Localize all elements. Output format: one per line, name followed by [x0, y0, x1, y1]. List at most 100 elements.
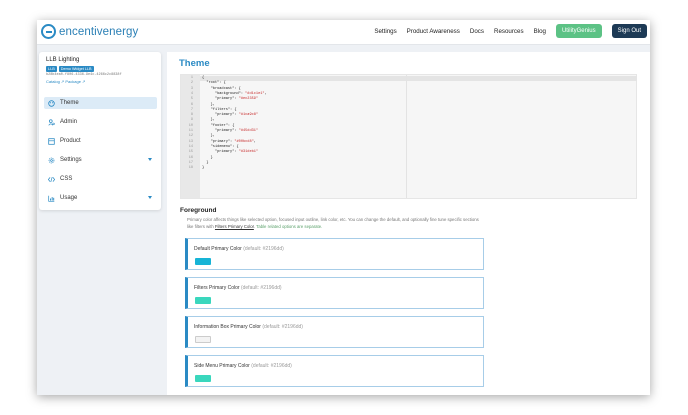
- line-number: 11: [188, 129, 193, 133]
- sign-out-button[interactable]: Sign Out: [611, 24, 647, 38]
- card-title: Filters Primary Color: [194, 285, 240, 291]
- filters-primary-color-link[interactable]: Filters Primary Color: [215, 224, 254, 229]
- page-title: Theme: [179, 58, 210, 69]
- card-label: Filters Primary Color (default: #2196dd): [194, 285, 282, 291]
- code-line: "primary": "#ec2359": [202, 97, 259, 102]
- code-line: "filters": {: [202, 107, 237, 112]
- sidebar-item-usage[interactable]: Usage: [44, 192, 157, 204]
- line-number: 4: [190, 91, 193, 96]
- sidebar-item-label: Product: [60, 138, 81, 144]
- logo-icon: [41, 24, 56, 39]
- color-card-side-menu-primary: Side Menu Primary Color (default: #2196d…: [185, 355, 484, 387]
- color-swatch[interactable]: [195, 297, 211, 304]
- line-number: 16: [188, 155, 193, 160]
- logo-text: encentivenergy: [59, 25, 139, 38]
- code-line: "sidemenu": {: [202, 144, 239, 149]
- color-card-default-primary: Default Primary Color (default: #2196dd): [185, 238, 484, 270]
- badge-demo-widget: Demo Widget LLB: [58, 66, 94, 72]
- line-number: 8: [190, 113, 193, 118]
- code-line: },: [202, 102, 215, 107]
- code-line: },: [202, 134, 215, 139]
- card-title: Side Menu Primary Color: [194, 363, 250, 369]
- line-number: 1: [190, 76, 193, 80]
- card-label: Default Primary Color (default: #2196dd): [194, 246, 284, 252]
- app-window: encentivenergy Settings Product Awarenes…: [37, 20, 650, 395]
- line-number: 18: [188, 166, 193, 171]
- card-default-value: (default: #2196dd): [243, 246, 284, 252]
- sidebar-item-product[interactable]: Product: [44, 135, 157, 147]
- sidebar-item-label: Admin: [60, 119, 78, 125]
- brand-logo[interactable]: encentivenergy: [41, 24, 138, 39]
- code-line: "footer": {: [202, 123, 235, 128]
- nav-blog[interactable]: Blog: [534, 28, 546, 35]
- nav-product-awareness[interactable]: Product Awareness: [407, 28, 460, 35]
- org-links[interactable]: Catalog ↗ Package ↗: [46, 79, 85, 84]
- line-number: 10: [188, 123, 193, 128]
- line-number: 15: [188, 150, 193, 155]
- color-card-filters-primary: Filters Primary Color (default: #2196dd): [185, 277, 484, 309]
- line-number: 6: [190, 102, 193, 107]
- org-id: b28b4ea0-f806-4336-9e4c-4266c2c8838f: [46, 73, 122, 77]
- line-number: 14: [188, 144, 193, 149]
- main-content: Theme 1 2 3 4 5 6 7 8 9 10 11 12 13 14 15 16 17 18{ "root…: [167, 52, 650, 395]
- code-icon: [48, 176, 55, 183]
- nav-docs[interactable]: Docs: [470, 28, 484, 35]
- top-navbar: encentivenergy Settings Product Awarenes…: [37, 20, 650, 45]
- sidebar: LLB Lighting LLB Demo Widget LLB b28b4ea…: [39, 52, 161, 210]
- sidebar-item-label: Settings: [60, 157, 82, 163]
- code-line: "primary": "#31deb1": [202, 150, 259, 155]
- sidebar-item-admin[interactable]: Admin: [44, 116, 157, 128]
- card-label: Information Box Primary Color (default: …: [194, 324, 303, 330]
- card-title: Default Primary Color: [194, 246, 242, 252]
- color-card-info-box-primary: Information Box Primary Color (default: …: [185, 316, 484, 348]
- code-line: },: [202, 118, 215, 123]
- gear-icon: [48, 157, 55, 164]
- sidebar-item-theme[interactable]: Theme: [44, 97, 157, 109]
- chart-icon: [48, 195, 55, 202]
- card-title: Information Box Primary Color: [194, 324, 261, 330]
- code-line: }: [202, 155, 213, 160]
- sidebar-item-label: Usage: [60, 195, 78, 201]
- admin-icon: [48, 118, 55, 126]
- org-name: LLB Lighting: [46, 57, 80, 63]
- card-default-value: (default: #2196dd): [262, 324, 303, 330]
- chevron-down-icon[interactable]: [148, 196, 152, 199]
- code-line: "root": {: [202, 81, 226, 86]
- palette-icon: [48, 99, 55, 107]
- line-number: 9: [190, 118, 193, 123]
- code-line: "primary": "#00bcd8",: [202, 139, 256, 144]
- code-line: "primary": "#1ca9c8": [202, 113, 259, 118]
- sidebar-item-css[interactable]: CSS: [44, 173, 157, 185]
- org-badges: LLB Demo Widget LLB: [46, 66, 94, 72]
- utilitygenius-button[interactable]: UtilityGenius: [555, 24, 602, 38]
- card-default-value: (default: #2196dd): [251, 363, 292, 369]
- desc-note: Table related options are separate.: [256, 223, 323, 229]
- sidebar-item-settings[interactable]: Settings: [44, 154, 157, 166]
- line-number: 13: [188, 139, 193, 144]
- section-title-foreground: Foreground: [180, 207, 217, 214]
- line-number: 3: [190, 86, 193, 91]
- json-code-editor[interactable]: 1 2 3 4 5 6 7 8 9 10 11 12 13 14 15 16 17 18{ "root": { "…: [180, 74, 637, 199]
- line-number: 7: [190, 107, 193, 112]
- line-number: 17: [188, 160, 193, 165]
- editor-active-line: [200, 76, 637, 81]
- color-swatch[interactable]: [195, 258, 211, 265]
- code-line: }: [202, 166, 205, 171]
- foreground-description: Primary color affects things like select…: [187, 217, 485, 230]
- code-line: "broadcast": {: [202, 86, 241, 91]
- nav-settings[interactable]: Settings: [374, 28, 396, 35]
- code-line: }: [202, 160, 209, 165]
- color-swatch[interactable]: [195, 336, 211, 343]
- badge-llb: LLB: [46, 66, 57, 72]
- line-number: 2: [190, 81, 193, 86]
- editor-print-margin: [406, 75, 407, 198]
- card-default-value: (default: #2196dd): [240, 285, 282, 291]
- card-label: Side Menu Primary Color (default: #2196d…: [194, 363, 292, 369]
- sidebar-item-label: CSS: [60, 176, 73, 182]
- line-number: 5: [190, 97, 193, 102]
- line-number: 12: [188, 134, 193, 139]
- color-swatch[interactable]: [195, 375, 211, 382]
- nav-resources[interactable]: Resources: [494, 28, 524, 35]
- chevron-down-icon[interactable]: [148, 158, 152, 161]
- code-line: {: [202, 76, 205, 80]
